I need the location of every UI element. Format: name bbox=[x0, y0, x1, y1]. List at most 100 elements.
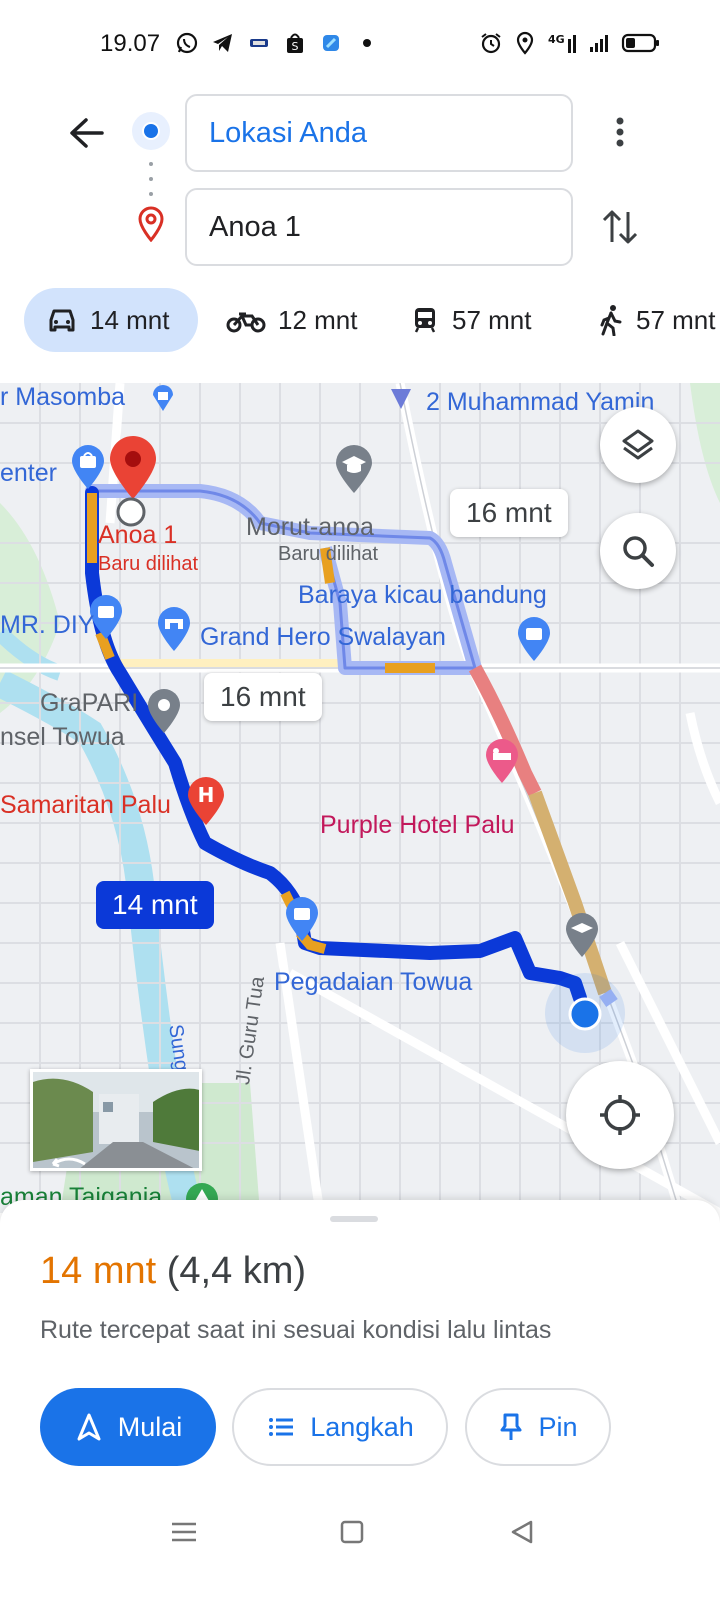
sheet-drag-handle[interactable] bbox=[330, 1216, 378, 1222]
whatsapp-icon bbox=[174, 30, 200, 56]
map-label: Grand Hero Swalayan bbox=[200, 623, 446, 651]
map-label: Samaritan Palu bbox=[0, 791, 171, 819]
mode-tab-driving[interactable]: 14 mnt bbox=[24, 288, 198, 352]
street-view-thumbnail[interactable] bbox=[30, 1069, 202, 1171]
map-label: Purple Hotel Palu bbox=[320, 811, 515, 839]
mode-label-motorcycle: 12 mnt bbox=[278, 304, 358, 335]
navigation-arrow-icon bbox=[77, 1413, 101, 1441]
pin-icon bbox=[500, 1413, 522, 1440]
home-square-icon bbox=[340, 1520, 364, 1544]
hospital-marker-icon[interactable]: H bbox=[184, 775, 228, 827]
my-location-button[interactable] bbox=[566, 1061, 674, 1169]
route-description: Rute tercepat saat ini sesuai kondisi la… bbox=[40, 1316, 552, 1344]
shopping-marker-icon[interactable] bbox=[148, 383, 178, 413]
mode-tab-transit[interactable]: 57 mnt bbox=[388, 288, 554, 352]
map-label: GraPARI bbox=[40, 689, 139, 717]
my-location-dot-icon bbox=[568, 997, 602, 1031]
map-label: Baru dilihat bbox=[98, 553, 199, 575]
start-navigation-button[interactable]: Mulai bbox=[40, 1388, 216, 1466]
system-nav-bar bbox=[0, 1490, 720, 1600]
start-button-label: Mulai bbox=[117, 1411, 183, 1442]
mode-label-transit: 57 mnt bbox=[452, 304, 532, 335]
telegram-icon bbox=[210, 30, 236, 56]
walk-icon bbox=[600, 305, 622, 336]
status-bar: 19.07 S 4G bbox=[0, 0, 720, 88]
shopping-bag-icon: S bbox=[282, 30, 308, 56]
my-location-dot-icon bbox=[142, 122, 160, 140]
back-nav-button[interactable] bbox=[502, 1512, 542, 1552]
recent-apps-button[interactable] bbox=[164, 1512, 204, 1552]
route-details-sheet[interactable]: 14 mnt (4,4 km) Rute tercepat saat ini s… bbox=[0, 1200, 720, 1600]
mode-label-driving: 14 mnt bbox=[90, 304, 170, 335]
my-location-icon bbox=[600, 1095, 640, 1135]
more-options-button[interactable] bbox=[602, 110, 638, 156]
store-marker-icon[interactable] bbox=[154, 605, 194, 653]
school-marker-icon[interactable] bbox=[562, 911, 602, 959]
travel-mode-tabs: 14 mnt 12 mnt 57 mnt 57 mnt bbox=[0, 288, 720, 352]
hotel-marker-icon[interactable] bbox=[482, 737, 522, 785]
selected-route-eta-bubble[interactable]: 14 mnt bbox=[96, 881, 214, 929]
battery-icon bbox=[620, 30, 662, 56]
destination-field[interactable]: Anoa 1 bbox=[185, 188, 573, 266]
map-label: nsel Towua bbox=[0, 723, 125, 751]
home-button[interactable] bbox=[332, 1512, 372, 1552]
notification-icons: S bbox=[174, 30, 380, 56]
map-view[interactable]: H r Masomba 2 Muhammad Yamin enter Anoa … bbox=[0, 383, 720, 1213]
app-icon bbox=[318, 30, 344, 56]
map-label: enter bbox=[0, 459, 57, 487]
steps-button-label: Langkah bbox=[310, 1411, 414, 1442]
map-label: Baru dilihat bbox=[278, 543, 379, 565]
school-marker-icon[interactable] bbox=[332, 443, 376, 495]
mode-tab-walking[interactable]: 57 mnt bbox=[576, 288, 720, 352]
transit-icon bbox=[414, 308, 436, 333]
alt-route-eta-bubble[interactable]: 16 mnt bbox=[450, 489, 568, 537]
location-icon bbox=[512, 30, 538, 56]
search-icon bbox=[623, 536, 654, 567]
car-icon bbox=[49, 309, 75, 332]
svg-text:H: H bbox=[198, 783, 215, 807]
more-vert-icon bbox=[616, 117, 624, 147]
origin-field[interactable]: Lokasi Anda bbox=[185, 94, 573, 172]
steps-button[interactable]: Langkah bbox=[232, 1388, 448, 1466]
pin-button[interactable]: Pin bbox=[465, 1388, 611, 1466]
pin-button-label: Pin bbox=[538, 1411, 578, 1442]
back-triangle-icon bbox=[511, 1520, 533, 1544]
mode-label-walking: 57 mnt bbox=[636, 304, 716, 335]
street-view-image bbox=[33, 1072, 199, 1168]
shopping-marker-icon[interactable] bbox=[282, 895, 322, 943]
place-marker-icon[interactable] bbox=[386, 383, 416, 413]
status-time: 19.07 bbox=[100, 30, 161, 57]
app-icon bbox=[246, 30, 272, 56]
shopping-marker-icon[interactable] bbox=[514, 615, 554, 663]
mode-tab-motorcycle[interactable]: 12 mnt bbox=[204, 288, 380, 352]
dot-icon bbox=[354, 30, 380, 56]
network-type-label: 4G bbox=[548, 33, 565, 46]
route-distance: (4,4 km) bbox=[166, 1250, 307, 1292]
search-along-route-button[interactable] bbox=[600, 513, 676, 589]
arrow-left-icon bbox=[70, 118, 104, 148]
map-label: Pegadaian Towua bbox=[274, 968, 473, 996]
place-marker-icon[interactable] bbox=[144, 687, 184, 735]
route-dots-connector bbox=[148, 162, 154, 196]
shopping-marker-icon[interactable] bbox=[68, 443, 108, 491]
list-icon bbox=[269, 1418, 294, 1436]
origin-marker bbox=[132, 112, 170, 150]
signal-icon bbox=[586, 30, 612, 56]
alarm-icon bbox=[478, 30, 504, 56]
swap-locations-button[interactable] bbox=[598, 204, 642, 250]
destination-pin-icon bbox=[136, 206, 166, 243]
map-label: Baraya kicau bandung bbox=[298, 581, 547, 609]
swap-vert-icon bbox=[602, 210, 638, 244]
svg-text:S: S bbox=[292, 40, 299, 53]
4g-icon: 4G bbox=[546, 30, 578, 56]
map-label: Morut-anoa bbox=[246, 513, 374, 541]
route-summary: 14 mnt (4,4 km) bbox=[40, 1250, 306, 1293]
alt-route-eta-bubble[interactable]: 16 mnt bbox=[204, 673, 322, 721]
system-icons: 4G bbox=[478, 30, 662, 56]
route-duration: 14 mnt bbox=[40, 1250, 157, 1292]
layers-icon bbox=[622, 429, 654, 460]
map-label-destination: Anoa 1 bbox=[98, 521, 178, 549]
map-label: MR. DIY bbox=[0, 611, 95, 639]
layers-button[interactable] bbox=[600, 407, 676, 483]
back-button[interactable] bbox=[62, 110, 112, 156]
